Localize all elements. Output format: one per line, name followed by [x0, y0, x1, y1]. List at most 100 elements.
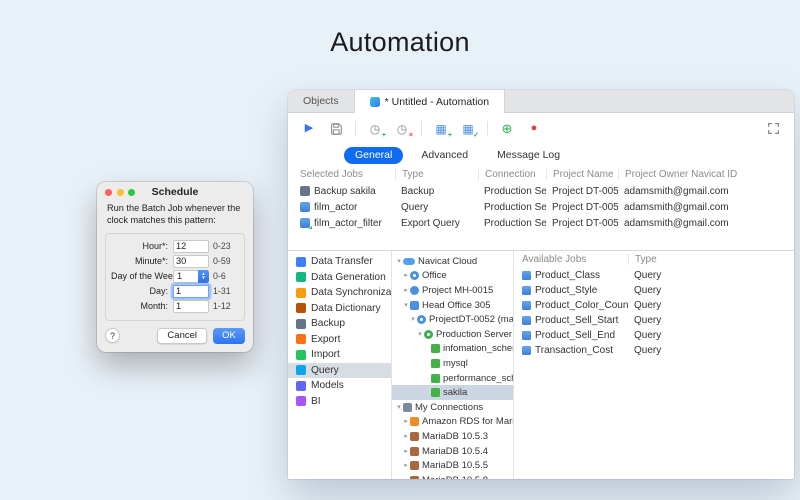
- tab-general[interactable]: General: [344, 146, 404, 164]
- list-item[interactable]: Product_Color_Count Query: [514, 298, 794, 313]
- chevron-down-icon[interactable]: ▾: [395, 258, 403, 265]
- day-of-week-range: 0-6: [213, 271, 226, 282]
- data-dictionary-icon: [296, 303, 306, 314]
- col-selected-jobs[interactable]: Selected Jobs: [300, 169, 395, 180]
- expand-icon[interactable]: [765, 121, 781, 137]
- hour-range: 0-23: [213, 241, 231, 252]
- sidebar-item-data-generation[interactable]: Data Generation: [288, 270, 391, 286]
- tree-item-mariadb-10-5-5[interactable]: ▸ MariaDB 10.5.5: [392, 458, 513, 473]
- data-transfer-icon: [296, 256, 306, 267]
- tree-item-mysql[interactable]: mysql: [392, 356, 513, 371]
- chevron-down-icon[interactable]: ▾: [402, 302, 410, 309]
- day-of-week-stepper[interactable]: 1 ▲ ▼: [173, 269, 209, 283]
- month-input[interactable]: [173, 299, 209, 313]
- tree-item-amazon-rds[interactable]: ▸Amazon RDS for Maria...: [392, 415, 513, 430]
- col-project-name[interactable]: Project Name: [546, 169, 618, 180]
- tab-untitled-label: * Untitled - Automation: [384, 95, 490, 108]
- chevron-right-icon[interactable]: ▸: [402, 448, 410, 455]
- tree-item-mariadb-10-5-8[interactable]: ▸MariaDB 10.5.8: [392, 473, 513, 479]
- col-available-jobs[interactable]: Available Jobs: [522, 254, 628, 265]
- tree-item-project-mh-0015[interactable]: ▸ Project MH-0015: [392, 283, 513, 298]
- tab-objects[interactable]: Objects: [288, 90, 354, 112]
- table-row[interactable]: film_actor Query Production Server Proje…: [288, 199, 794, 215]
- view-tabs: General Advanced Message Log: [288, 144, 794, 166]
- delete-schedule-icon[interactable]: ◷ ×: [394, 121, 413, 139]
- sidebar-item-query[interactable]: Query: [288, 362, 391, 378]
- tab-advanced[interactable]: Advanced: [410, 147, 479, 164]
- chevron-right-icon[interactable]: ▸: [402, 433, 410, 440]
- tree-item-mariadb-10-5-4[interactable]: ▸ MariaDB 10.5.4: [392, 444, 513, 459]
- list-item[interactable]: Product_Class Query: [514, 268, 794, 283]
- add-icon[interactable]: ⊕: [499, 121, 515, 137]
- col-connection[interactable]: Connection: [478, 169, 546, 180]
- tree-item-office[interactable]: ▸ Office: [392, 269, 513, 284]
- col-owner[interactable]: Project Owner Navicat ID: [618, 169, 794, 180]
- sidebar-item-export[interactable]: Export: [288, 332, 391, 348]
- close-icon[interactable]: [105, 188, 112, 196]
- table-row[interactable]: film_actor_filter Export Query Productio…: [288, 215, 794, 231]
- tree-item-head-office-305[interactable]: ▾ Head Office 305: [392, 298, 513, 313]
- project-icon: [410, 285, 419, 295]
- chevron-right-icon[interactable]: ▸: [402, 287, 410, 294]
- bi-icon: [296, 396, 306, 407]
- sidebar-item-data-dictionary[interactable]: Data Dictionary: [288, 301, 391, 317]
- chevron-down-icon[interactable]: ▾: [395, 404, 403, 411]
- automation-window: Objects * Untitled - Automation ▶ ◷ + ◷ …: [288, 90, 794, 479]
- list-item[interactable]: Transaction_Cost Query: [514, 343, 794, 358]
- col-available-type[interactable]: Type: [628, 254, 794, 265]
- mariadb-icon: [410, 475, 419, 479]
- tree-item-infomation-schema[interactable]: infomation_schema: [392, 342, 513, 357]
- tree-item-navicat-cloud[interactable]: ▾ Navicat Cloud: [392, 254, 513, 269]
- cancel-button[interactable]: Cancel: [157, 327, 207, 344]
- help-button[interactable]: ?: [105, 328, 120, 344]
- verify-job-icon[interactable]: ▦ ✓: [460, 121, 479, 139]
- chevron-right-icon[interactable]: ▸: [402, 462, 410, 469]
- tab-message-log[interactable]: Message Log: [486, 147, 571, 164]
- tree-item-projectdt-0052[interactable]: ▾ProjectDT-0052 (marybro...: [392, 312, 513, 327]
- list-item[interactable]: Product_Sell_Start Query: [514, 313, 794, 328]
- sidebar-item-data-synchronization[interactable]: Data Synchronization: [288, 285, 391, 301]
- models-icon: [296, 380, 306, 391]
- day-of-week-label: Day of the Week:: [111, 271, 180, 282]
- add-job-icon[interactable]: ▦ +: [433, 121, 452, 139]
- tab-untitled-automation[interactable]: * Untitled - Automation: [353, 90, 506, 113]
- tools-sidebar: Data Transfer Data Generation Data Synch…: [288, 251, 392, 479]
- chevron-right-icon[interactable]: ▸: [402, 418, 410, 425]
- day-input[interactable]: [173, 284, 209, 298]
- tree-item-production-server[interactable]: ▾ Production Server: [392, 327, 513, 342]
- toolbar-separator: [487, 121, 488, 136]
- minimize-icon[interactable]: [116, 188, 124, 196]
- tree-item-mariadb-10-5-3[interactable]: ▸ MariaDB 10.5.3: [392, 429, 513, 444]
- ok-button[interactable]: OK: [213, 327, 245, 344]
- set-schedule-icon[interactable]: ◷ +: [367, 121, 386, 139]
- table-row[interactable]: Backup sakila Backup Production Server P…: [288, 183, 794, 199]
- tree-item-performance-schema[interactable]: performance_schema: [392, 371, 513, 386]
- chevron-down-icon[interactable]: ▾: [416, 331, 424, 338]
- save-icon[interactable]: [328, 121, 344, 137]
- minute-input[interactable]: [173, 254, 209, 268]
- run-icon[interactable]: ▶: [301, 121, 317, 137]
- month-row: Month: 1-12: [111, 299, 239, 313]
- chevron-down-icon[interactable]: ▾: [409, 316, 417, 323]
- tree-item-sakila[interactable]: sakila: [392, 385, 513, 400]
- sidebar-item-models[interactable]: Models: [288, 378, 391, 394]
- list-item[interactable]: Product_Sell_End Query: [514, 328, 794, 343]
- document-tabbar: Objects * Untitled - Automation: [288, 90, 794, 113]
- sidebar-item-data-transfer[interactable]: Data Transfer: [288, 254, 391, 270]
- sidebar-item-backup[interactable]: Backup: [288, 316, 391, 332]
- chevron-right-icon[interactable]: ▸: [402, 477, 410, 479]
- chevron-right-icon[interactable]: ▸: [402, 272, 410, 279]
- stepper-icon[interactable]: ▲ ▼: [198, 269, 209, 283]
- month-label: Month:: [140, 301, 168, 312]
- record-icon[interactable]: ●: [526, 121, 542, 137]
- mariadb-icon: [410, 461, 419, 471]
- dialog-buttons: ? Cancel OK: [97, 326, 253, 344]
- sidebar-item-bi[interactable]: BI: [288, 394, 391, 410]
- tree-item-my-connections[interactable]: ▾ My Connections: [392, 400, 513, 415]
- hour-input[interactable]: [173, 239, 209, 253]
- list-item[interactable]: Product_Style Query: [514, 283, 794, 298]
- col-type[interactable]: Type: [395, 169, 478, 180]
- sidebar-item-import[interactable]: Import: [288, 347, 391, 363]
- toolbar: ▶ ◷ + ◷ × ▦ + ▦ ✓ ⊕ ●: [288, 113, 794, 144]
- zoom-icon[interactable]: [128, 188, 135, 196]
